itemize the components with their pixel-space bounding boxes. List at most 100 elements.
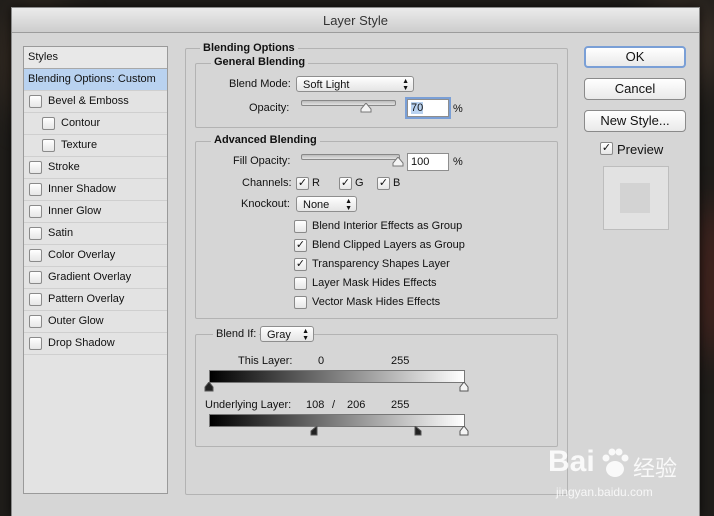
style-item[interactable]: Texture: [24, 135, 167, 157]
style-item-checkbox[interactable]: [42, 117, 55, 130]
style-item[interactable]: Outer Glow: [24, 311, 167, 333]
style-item-checkbox[interactable]: [29, 227, 42, 240]
advanced-option-checkbox[interactable]: [294, 296, 307, 309]
fill-opacity-value: 100: [411, 156, 430, 168]
style-item[interactable]: Stroke: [24, 157, 167, 179]
dropdown-arrows-icon: ▲ ▼: [345, 198, 352, 212]
opacity-slider-track[interactable]: [301, 100, 396, 106]
fill-opacity-label: Fill Opacity:: [233, 155, 291, 167]
underlying-layer-gradient: [209, 414, 465, 427]
preview-swatch: [603, 166, 669, 230]
opacity-input[interactable]: 70: [407, 99, 449, 117]
style-item-label: Color Overlay: [48, 249, 116, 261]
style-item[interactable]: Bevel & Emboss: [24, 91, 167, 113]
preview-checkbox[interactable]: ✓: [600, 142, 613, 155]
style-item[interactable]: Color Overlay: [24, 245, 167, 267]
fill-opacity-input[interactable]: 100: [407, 153, 449, 171]
watermark-brand-cn: 经验: [633, 457, 678, 482]
this-layer-white-thumb[interactable]: [459, 382, 469, 392]
cancel-button[interactable]: Cancel: [584, 78, 686, 100]
style-item-label: Drop Shadow: [48, 337, 115, 349]
baidu-watermark: Bai 经验 jingyan.baidu.com: [548, 445, 708, 510]
knockout-value: None: [303, 199, 330, 211]
style-item-label: Blending Options: Custom: [28, 73, 156, 85]
style-item-label: Pattern Overlay: [48, 293, 125, 305]
channel-label: B: [393, 177, 401, 189]
style-item-checkbox[interactable]: [29, 205, 42, 218]
blend-if-group: [195, 334, 558, 447]
style-item-checkbox[interactable]: [29, 161, 42, 174]
preview-label: Preview: [617, 142, 664, 157]
opacity-slider-thumb[interactable]: [360, 103, 372, 113]
underlying-low-b: 206: [347, 399, 366, 411]
this-layer-high: 255: [391, 355, 410, 367]
blend-mode-label: Blend Mode:: [229, 78, 291, 90]
check-icon: ✓: [601, 142, 612, 154]
style-item-checkbox[interactable]: [29, 249, 42, 262]
channel-checkbox[interactable]: ✓: [296, 177, 309, 190]
advanced-option-checkbox[interactable]: ✓: [294, 239, 307, 252]
advanced-option-label: Blend Interior Effects as Group: [312, 220, 463, 232]
style-item[interactable]: Blending Options: Custom: [24, 69, 167, 91]
style-item-checkbox[interactable]: [29, 293, 42, 306]
dropdown-arrows-icon: ▲ ▼: [402, 78, 409, 92]
fill-opacity-slider-track[interactable]: [301, 154, 400, 160]
general-blending-group: [195, 63, 558, 128]
baidu-paw-icon: [602, 448, 629, 477]
advanced-option-checkbox[interactable]: [294, 277, 307, 290]
blend-mode-select[interactable]: Soft Light ▲ ▼: [296, 76, 414, 92]
channel-checkbox[interactable]: ✓: [339, 177, 352, 190]
advanced-option-checkbox[interactable]: [294, 220, 307, 233]
channel-label: G: [355, 177, 364, 189]
style-item-label: Inner Glow: [48, 205, 102, 217]
style-item-checkbox[interactable]: [29, 183, 42, 196]
advanced-option-label: Layer Mask Hides Effects: [312, 277, 437, 289]
style-item-label: Contour: [61, 117, 101, 129]
style-item[interactable]: Pattern Overlay: [24, 289, 167, 311]
channel-checkbox[interactable]: ✓: [377, 177, 390, 190]
style-item-checkbox[interactable]: [29, 271, 42, 284]
blend-mode-value: Soft Light: [303, 79, 350, 91]
style-item-label: Outer Glow: [48, 315, 104, 327]
channel-label: R: [312, 177, 320, 189]
style-item[interactable]: Inner Shadow: [24, 179, 167, 201]
watermark-brand: Bai: [548, 445, 595, 478]
style-item-checkbox[interactable]: [42, 139, 55, 152]
underlying-high: 255: [391, 399, 410, 411]
underlying-layer-label: Underlying Layer:: [205, 399, 292, 411]
blend-if-label: Blend If:: [213, 328, 260, 340]
opacity-label: Opacity:: [249, 102, 290, 114]
style-item-label: Satin: [48, 227, 74, 239]
ok-button[interactable]: OK: [584, 46, 686, 68]
this-layer-gradient: [209, 370, 465, 383]
fill-opacity-slider-thumb[interactable]: [392, 157, 404, 167]
underlying-black-thumb-right[interactable]: [414, 426, 422, 436]
advanced-option-checkbox[interactable]: ✓: [294, 258, 307, 271]
layer-style-dialog: Layer Style Styles Blending Options: Cus…: [11, 7, 700, 516]
style-item-label: Bevel & Emboss: [48, 95, 129, 107]
style-item[interactable]: Contour: [24, 113, 167, 135]
style-item-checkbox[interactable]: [29, 315, 42, 328]
advanced-blending-title: Advanced Blending: [211, 134, 320, 146]
style-item[interactable]: Inner Glow: [24, 201, 167, 223]
styles-header: Styles: [24, 47, 167, 69]
advanced-option-label: Transparency Shapes Layer: [312, 258, 450, 270]
style-item[interactable]: Gradient Overlay: [24, 267, 167, 289]
knockout-label: Knockout:: [241, 198, 290, 210]
opacity-unit: %: [453, 103, 463, 115]
knockout-select[interactable]: None ▲ ▼: [296, 196, 357, 212]
style-item[interactable]: Satin: [24, 223, 167, 245]
underlying-black-thumb-left[interactable]: [310, 426, 318, 436]
this-layer-black-thumb[interactable]: [204, 382, 214, 392]
opacity-value: 70: [411, 102, 424, 114]
dropdown-arrows-icon: ▲ ▼: [302, 328, 309, 342]
underlying-white-thumb[interactable]: [459, 426, 469, 436]
blend-if-select[interactable]: Gray ▲ ▼: [260, 326, 314, 342]
underlying-low-a: 108: [306, 399, 325, 411]
style-item[interactable]: Drop Shadow: [24, 333, 167, 355]
style-item-checkbox[interactable]: [29, 337, 42, 350]
style-item-checkbox[interactable]: [29, 95, 42, 108]
new-style-button[interactable]: New Style...: [584, 110, 686, 132]
this-layer-low: 0: [318, 355, 325, 367]
watermark-url: jingyan.baidu.com: [556, 485, 653, 499]
